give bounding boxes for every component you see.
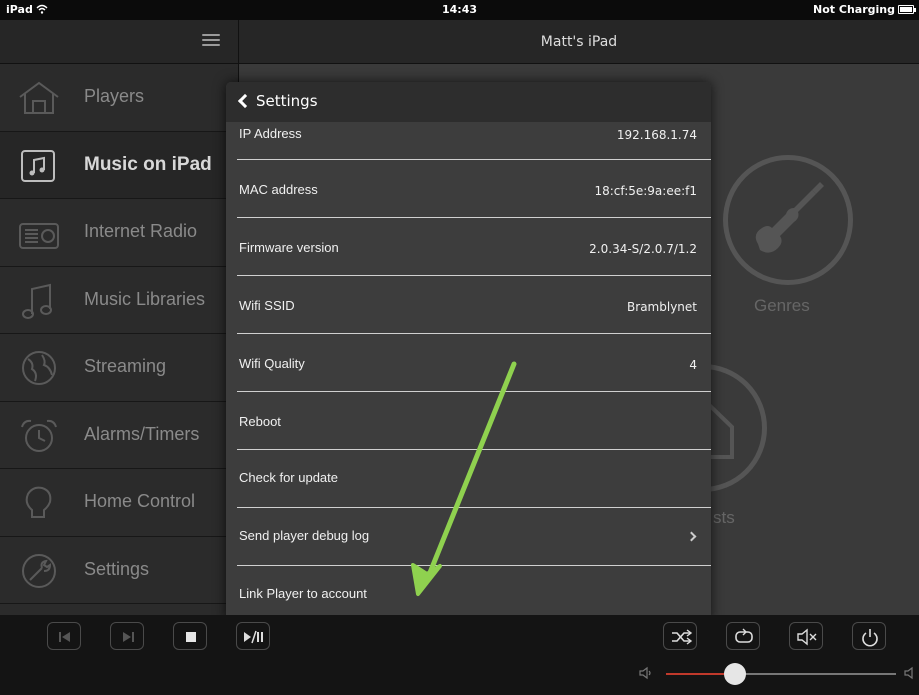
stop-button[interactable] <box>173 622 207 650</box>
send-debug-log-button[interactable]: Send player debug log <box>226 508 711 566</box>
radio-icon <box>19 223 59 249</box>
shuffle-icon <box>672 629 693 645</box>
check-for-update-button[interactable]: Check for update <box>226 450 711 508</box>
row-label: Wifi SSID <box>239 298 295 313</box>
row-value: Bramblynet <box>627 300 697 314</box>
volume-knob[interactable] <box>724 663 746 685</box>
play-pause-button[interactable] <box>236 622 270 650</box>
guitar-icon <box>755 182 824 253</box>
sidebar-item-label: Streaming <box>84 356 167 376</box>
sidebar-item-label: Settings <box>84 558 150 579</box>
playlists-label: sts <box>713 508 735 527</box>
row-label: Reboot <box>239 414 281 429</box>
stop-icon <box>186 632 196 642</box>
row-wifi-quality: Wifi Quality 4 <box>226 334 711 392</box>
previous-button[interactable] <box>47 622 81 650</box>
status-bar: iPad 14:43 Not Charging <box>0 0 919 20</box>
wrench-icon <box>22 553 56 588</box>
house-icon <box>19 81 59 114</box>
globe-icon <box>22 351 56 385</box>
battery-icon <box>898 5 916 14</box>
mute-icon <box>797 628 817 646</box>
sidebar-item-label: Players <box>84 86 145 106</box>
reboot-button[interactable]: Reboot <box>226 392 711 450</box>
next-button[interactable] <box>110 622 144 650</box>
mute-button[interactable] <box>789 622 823 650</box>
sidebar-item-music-libraries[interactable]: Music Libraries <box>0 267 238 334</box>
alarm-clock-icon <box>21 419 57 452</box>
sidebar-item-label: Alarms/Timers <box>84 423 200 444</box>
main-header: Matt's iPad <box>239 20 919 64</box>
row-label: Link Player to account <box>239 586 367 601</box>
row-label: IP Address <box>239 126 302 141</box>
sidebar-item-players[interactable]: Players <box>0 64 238 132</box>
repeat-icon <box>735 628 753 643</box>
next-icon <box>123 632 134 642</box>
sidebar-item-internet-radio[interactable]: Internet Radio <box>0 199 238 267</box>
genres-label: Genres <box>754 296 810 315</box>
row-label: Firmware version <box>239 240 339 255</box>
sidebar-header <box>0 20 238 64</box>
music-note-square-icon <box>21 149 55 182</box>
volume-high-icon <box>904 666 913 680</box>
sidebar-item-streaming[interactable]: Streaming <box>0 334 238 402</box>
row-label: MAC address <box>239 182 318 197</box>
sidebar-item-settings[interactable]: Settings <box>0 537 238 604</box>
sidebar-item-home-control[interactable]: Home Control <box>0 469 238 537</box>
lightbulb-icon <box>25 486 52 518</box>
row-wifi-ssid: Wifi SSID Bramblynet <box>226 276 711 334</box>
row-label: Wifi Quality <box>239 356 305 371</box>
row-value: 18:cf:5e:9a:ee:f1 <box>594 184 697 198</box>
row-value: 2.0.34-S/2.0.7/1.2 <box>589 242 697 256</box>
clock: 14:43 <box>441 3 477 16</box>
sidebar-item-label: Home Control <box>84 491 196 511</box>
sidebar-item-music-on-ipad[interactable]: Music on iPad <box>0 131 238 199</box>
sidebar-item-alarms-timers[interactable]: Alarms/Timers <box>0 402 238 469</box>
power-button[interactable] <box>852 622 886 650</box>
previous-icon <box>59 632 70 642</box>
row-label: Check for update <box>239 470 339 485</box>
power-icon <box>862 629 878 647</box>
link-player-button[interactable]: Link Player to account <box>226 566 711 622</box>
row-ip-address: IP Address 192.168.1.74 <box>226 102 711 160</box>
transport-bar <box>0 615 919 695</box>
row-label: Send player debug log <box>239 528 370 543</box>
sidebar-item-label: Internet Radio <box>84 221 198 241</box>
page-title: Matt's iPad <box>540 34 618 50</box>
menu-icon[interactable] <box>202 34 220 48</box>
row-firmware-version: Firmware version 2.0.34-S/2.0.7/1.2 <box>226 218 711 276</box>
battery-status: Not Charging <box>813 3 895 16</box>
chevron-right-icon <box>686 531 697 542</box>
sidebar: Players Music on iPad Internet Radio Mus… <box>0 20 238 615</box>
sidebar-item-label: Music Libraries <box>84 288 206 309</box>
repeat-button[interactable] <box>726 622 760 650</box>
genres-tile[interactable] <box>723 155 853 285</box>
row-mac-address: MAC address 18:cf:5e:9a:ee:f1 <box>226 160 711 218</box>
volume-low-icon <box>639 666 651 680</box>
play-pause-icon <box>244 630 263 644</box>
music-notes-icon <box>22 283 52 319</box>
shuffle-button[interactable] <box>663 622 697 650</box>
row-value: 192.168.1.74 <box>616 128 697 142</box>
volume-slider[interactable] <box>666 663 896 685</box>
sidebar-item-label: Music on iPad <box>84 153 212 175</box>
settings-popover: Settings IP Address 192.168.1.74 MAC add… <box>226 82 711 622</box>
row-value: 4 <box>689 358 697 372</box>
